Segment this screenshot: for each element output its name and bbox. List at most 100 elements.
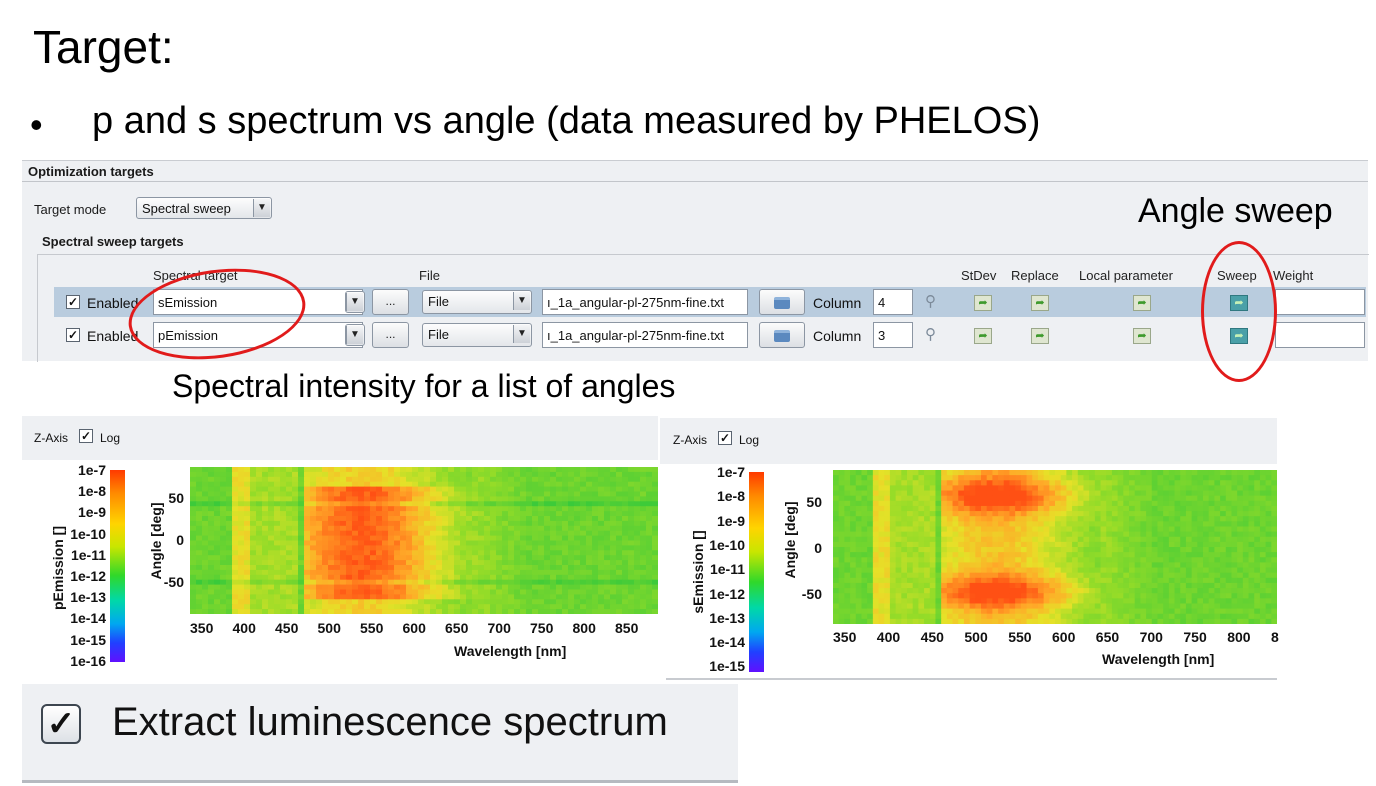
heatmap-cell: [430, 496, 437, 502]
heatmap-cell: [292, 535, 299, 542]
file-name-field[interactable]: ı_1a_angular-pl-275nm-fine.txt: [542, 289, 748, 315]
heatmap-cell: [556, 565, 563, 571]
heatmap-cell: [202, 481, 209, 488]
heatmap-cell: [1254, 505, 1261, 512]
heatmap-cell: [640, 535, 647, 542]
target-mode-select[interactable]: Spectral sweep ▼: [136, 197, 272, 219]
heatmap-cell: [1191, 475, 1198, 481]
heatmap-cell: [1049, 547, 1056, 553]
heatmap-cell: [895, 521, 902, 528]
log-label: Log: [739, 433, 760, 447]
heatmap-cell: [388, 496, 395, 502]
heatmap-cell: [430, 594, 437, 600]
heatmap-cell: [1174, 495, 1181, 502]
heatmap-cell: [1140, 541, 1147, 548]
column-field[interactable]: 4: [873, 289, 913, 315]
heatmap-cell: [941, 480, 948, 486]
enabled-checkbox[interactable]: ✓: [66, 328, 80, 342]
heatmap-cell: [929, 582, 937, 589]
heatmap-cell: [1174, 577, 1181, 584]
heatmap-cell: [250, 530, 257, 537]
heatmap-cell: [466, 467, 473, 473]
heatmap-cell: [340, 574, 347, 581]
heatmap-cell: [1106, 485, 1113, 492]
heatmap-cell: [592, 550, 599, 556]
heatmap-cell: [472, 550, 479, 556]
heatmap-cell: [580, 569, 587, 576]
heatmap-cell: [952, 495, 959, 502]
replace-icon[interactable]: ➦: [1031, 295, 1049, 311]
heatmap-cell: [226, 476, 233, 483]
magnifier-icon[interactable]: ⚲: [925, 327, 941, 343]
heatmap-cell: [992, 593, 999, 599]
x-ticks: 350 400 450 500 550 600 650 700 750 800 8: [833, 629, 1279, 649]
heatmap-cell: [1009, 495, 1016, 502]
local-parameter-icon[interactable]: ➦: [1133, 295, 1151, 311]
heatmap-cell: [1111, 475, 1119, 481]
heatmap-cell: [586, 530, 593, 537]
magnifier-icon[interactable]: ⚲: [925, 294, 941, 310]
source-select[interactable]: File ▼: [422, 323, 532, 347]
weight-field[interactable]: [1275, 322, 1365, 348]
stdev-icon[interactable]: ➦: [974, 328, 992, 344]
heatmap-cell: [1003, 531, 1011, 538]
heatmap-cell: [436, 476, 443, 483]
heatmap-cell: [316, 594, 323, 600]
heatmap-cell: [998, 495, 1005, 502]
heatmap-cell: [442, 501, 449, 507]
source-value: File: [428, 327, 449, 342]
browse-target-button[interactable]: ...: [372, 322, 409, 348]
heatmap-cell: [969, 562, 976, 569]
log-checkbox[interactable]: ✓: [79, 429, 93, 443]
log-checkbox[interactable]: ✓: [718, 431, 732, 445]
open-file-button[interactable]: [759, 322, 805, 348]
heatmap-cell: [502, 579, 509, 586]
heatmap-cell: [878, 562, 885, 569]
heatmap-cell: [1123, 531, 1130, 538]
heatmap-cell: [466, 506, 473, 512]
heatmap-cell: [889, 557, 897, 563]
spectral-target-dropdown[interactable]: ▼: [345, 324, 365, 346]
heatmap-cell: [190, 506, 197, 512]
heatmap-cell: [370, 584, 377, 591]
heatmap-cell: [958, 541, 965, 548]
heatmap-cell: [1146, 531, 1153, 538]
stdev-icon[interactable]: ➦: [974, 295, 992, 311]
heatmap-cell: [562, 486, 569, 493]
column-value: 3: [878, 328, 886, 343]
column-field[interactable]: 3: [873, 322, 913, 348]
heatmap-cell: [1072, 495, 1079, 502]
source-select[interactable]: File ▼: [422, 290, 532, 314]
heatmap-cell: [640, 604, 647, 610]
enabled-checkbox[interactable]: ✓: [66, 295, 80, 309]
heatmap-cell: [855, 618, 863, 624]
heatmap-cell: [981, 521, 988, 528]
file-name-field[interactable]: ı_1a_angular-pl-275nm-fine.txt: [542, 322, 748, 348]
heatmap-cell: [394, 530, 401, 537]
heatmap-cell: [1123, 536, 1130, 543]
heatmap-cell: [1055, 526, 1062, 533]
heatmap-cell: [1055, 500, 1062, 507]
heatmap-cell: [1009, 567, 1016, 574]
weight-field[interactable]: [1275, 289, 1365, 315]
local-parameter-icon[interactable]: ➦: [1133, 328, 1151, 344]
heatmap-cell: [952, 613, 959, 620]
spectral-target-dropdown[interactable]: ▼: [345, 291, 365, 313]
heatmap-cell: [580, 584, 587, 591]
heatmap-cell: [918, 521, 925, 528]
open-file-button[interactable]: [759, 289, 805, 315]
heatmap-cell: [316, 555, 323, 561]
extract-luminescence-checkbox[interactable]: ✓: [41, 704, 81, 744]
heatmap-cell: [1083, 521, 1090, 528]
heatmap-cell: [929, 593, 937, 599]
heatmap-cell: [901, 500, 908, 507]
heatmap-cell: [508, 535, 515, 542]
heatmap-cell: [1129, 516, 1136, 522]
heatmap-cell: [952, 521, 959, 528]
replace-icon[interactable]: ➦: [1031, 328, 1049, 344]
heatmap-cell: [544, 565, 551, 571]
heatmap-cell: [918, 531, 925, 538]
browse-target-button[interactable]: ...: [372, 289, 409, 315]
heatmap-cell: [924, 511, 931, 517]
heatmap-cell: [604, 467, 611, 473]
